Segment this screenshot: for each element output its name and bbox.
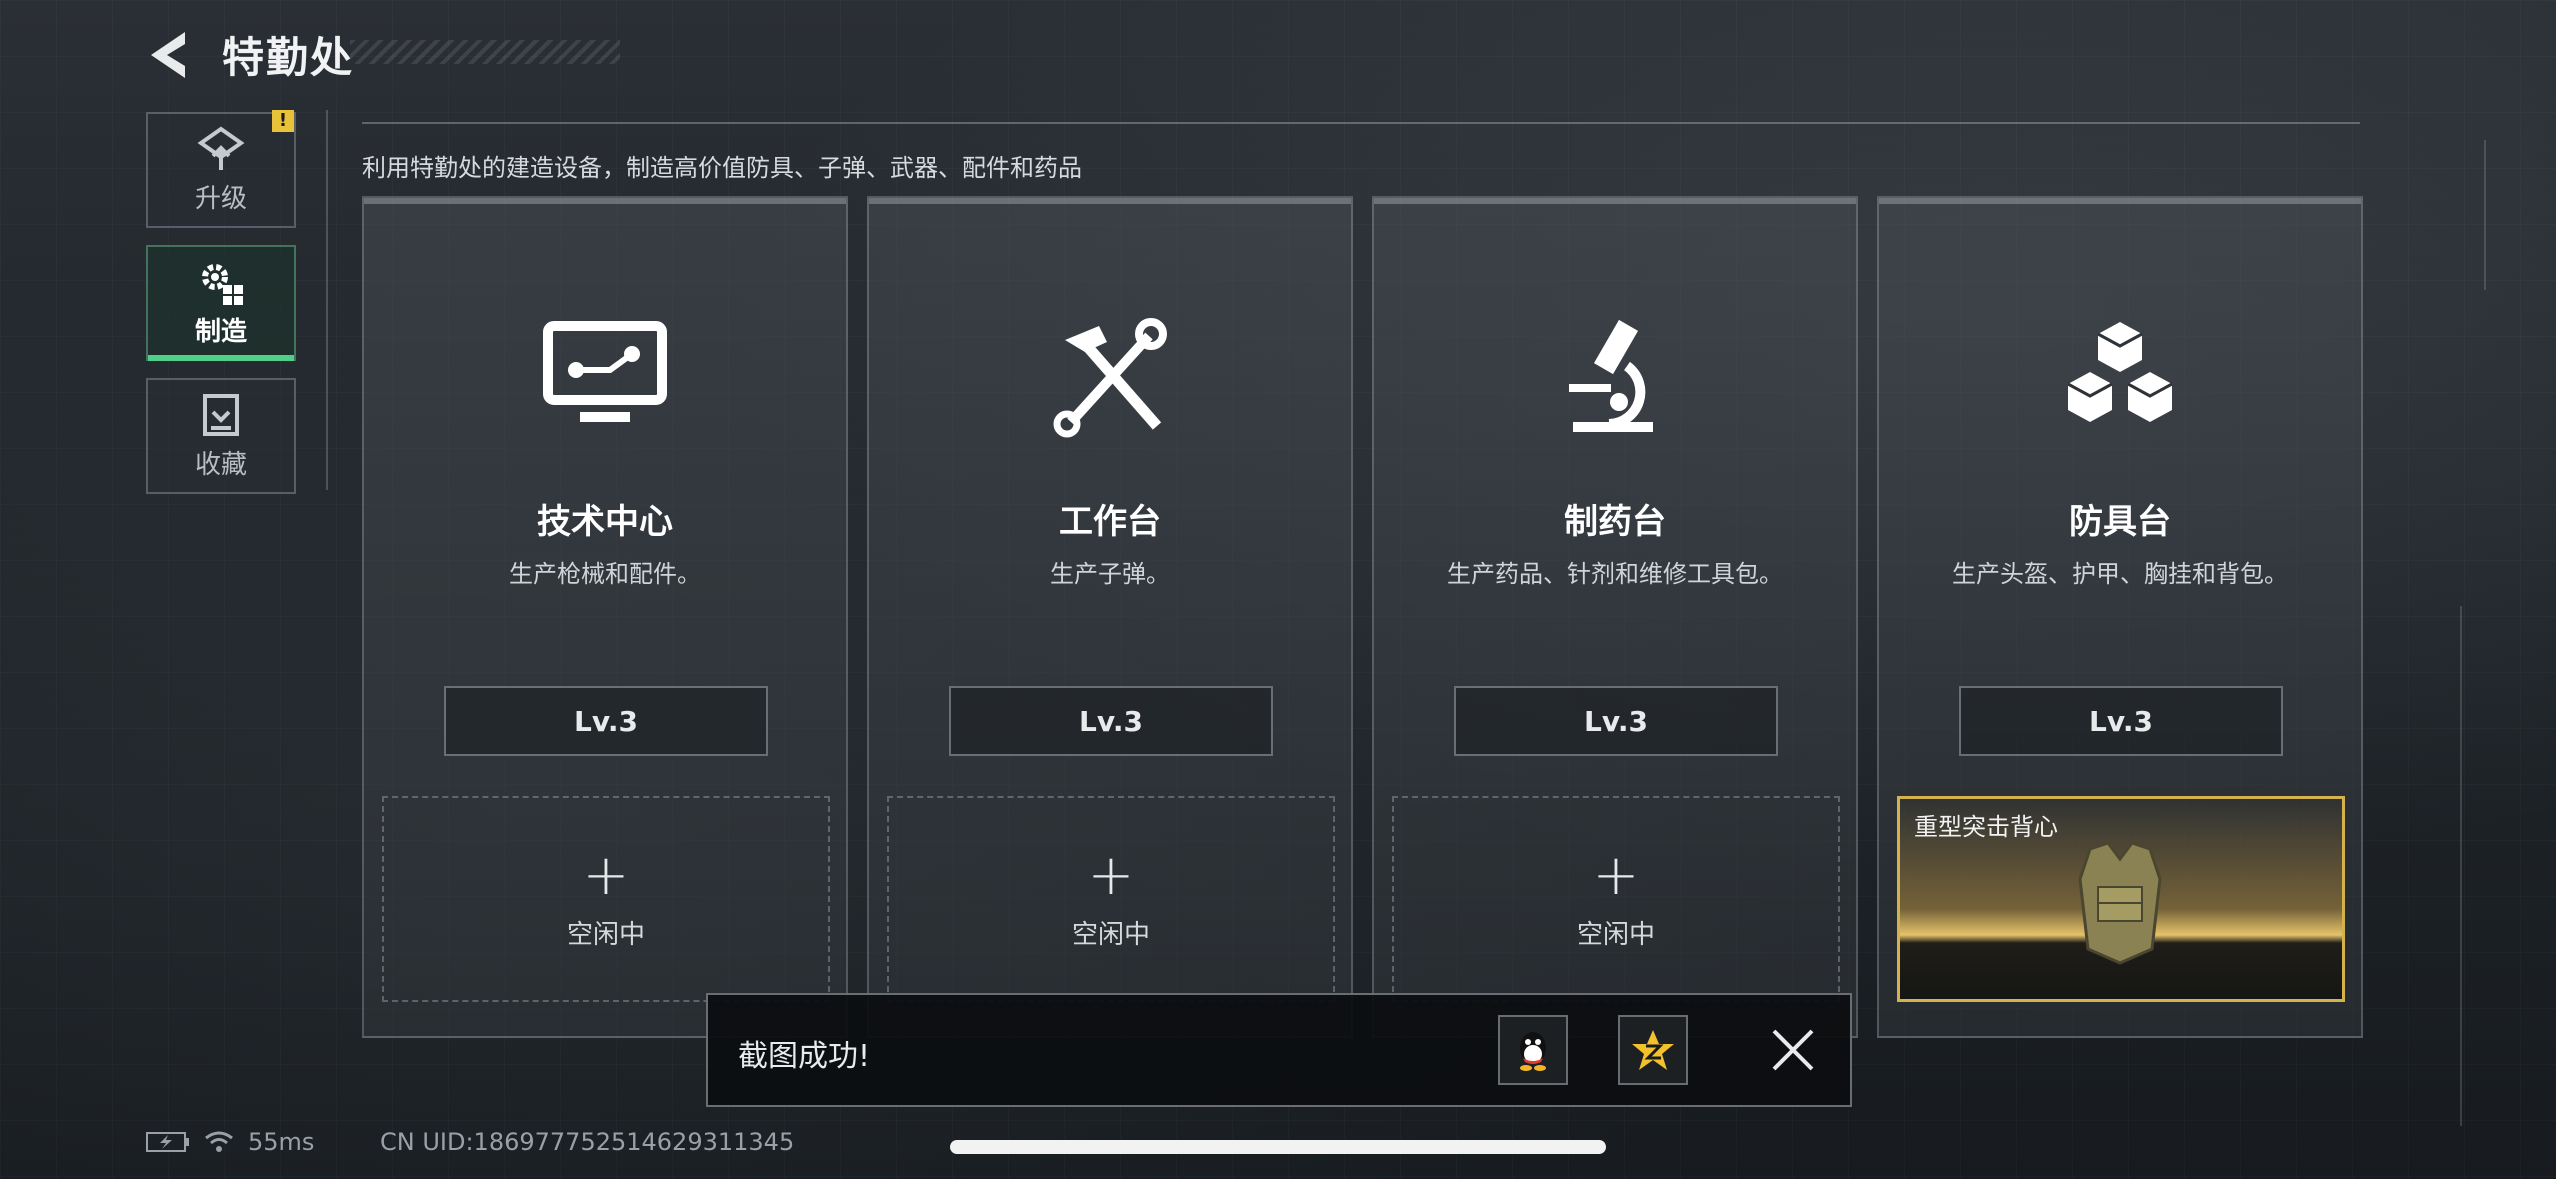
card-title: 工作台 [1059,502,1161,542]
status-bar: 55ms [146,1128,314,1156]
card-title: 技术中心 [537,502,673,542]
share-qq-button[interactable] [1498,1015,1568,1085]
card-subtitle: 生产枪械和配件。 [509,560,701,588]
qq-icon [1520,1032,1546,1071]
upgrade-icon [197,126,245,170]
level-button[interactable]: Lv.3 [949,686,1273,756]
card-workbench[interactable]: 工作台 生产子弹。 Lv.3 + 空闲中 [867,196,1353,1038]
plus-icon: + [1592,842,1640,908]
card-pharmacy[interactable]: 制药台 生产药品、针剂和维修工具包。 Lv.3 + 空闲中 [1372,196,1858,1038]
back-arrow-icon [151,32,185,78]
production-slot[interactable]: + 空闲中 [1392,796,1840,1002]
gear-icon [202,263,243,305]
production-slot[interactable]: 重型突击背心 [1897,796,2345,1002]
slot-status: 空闲中 [566,919,645,950]
armor-vest-icon [2078,841,2162,965]
qzone-icon [1632,1030,1674,1070]
production-slot[interactable]: + 空闲中 [887,796,1335,1002]
share-qzone-button[interactable] [1618,1015,1688,1085]
cubes-icon [2067,322,2173,422]
sidebar-item-label: 收藏 [194,449,247,480]
title-decoration [350,40,620,64]
microscope-icon [1569,319,1653,432]
level-button[interactable]: Lv.3 [444,686,768,756]
slot-status: 空闲中 [1576,919,1655,950]
ping-value: 55ms [248,1128,315,1156]
plus-icon: + [1087,842,1135,908]
home-indicator[interactable] [950,1140,1606,1154]
toast-message: 截图成功! [738,1039,871,1074]
toast-close-button[interactable] [1768,1025,1818,1075]
card-tech-center[interactable]: 技术中心 生产枪械和配件。 Lv.3 + 空闲中 [362,196,848,1038]
level-button[interactable]: Lv.3 [1454,686,1778,756]
sidebar-item-label: 制造 [194,316,247,347]
sidebar-item-label: 升级 [194,183,247,214]
divider [326,110,328,490]
sidebar-item-craft[interactable]: 制造 [146,245,296,361]
card-subtitle: 生产子弹。 [1050,560,1170,588]
decoration [2484,140,2486,290]
page-description: 利用特勤处的建造设备，制造高价值防具、子弹、武器、配件和药品 [362,154,1082,182]
slot-status: 空闲中 [1071,919,1150,950]
card-title: 制药台 [1564,502,1666,542]
card-subtitle: 生产头盔、护甲、胸挂和背包。 [1952,560,2288,588]
decoration [2460,606,2462,1126]
card-armor-bench[interactable]: 防具台 生产头盔、护甲、胸挂和背包。 Lv.3 重型突击背心 [1877,196,2363,1038]
level-button[interactable]: Lv.3 [1959,686,2283,756]
screenshot-toast: 截图成功! [706,993,1852,1107]
sidebar-item-collection[interactable]: 收藏 [146,378,296,494]
battery-icon [146,1132,189,1152]
wifi-icon [205,1131,233,1152]
plus-icon: + [582,842,630,908]
card-title: 防具台 [2069,502,2171,542]
item-name: 重型突击背心 [1914,813,2058,841]
divider [362,122,2360,124]
page-title: 特勤处 [222,33,355,82]
card-subtitle: 生产药品、针剂和维修工具包。 [1447,560,1783,588]
collection-icon [203,393,239,436]
back-button[interactable] [145,28,193,82]
hammer-wrench-icon [1053,318,1167,438]
production-slot[interactable]: + 空闲中 [382,796,830,1002]
alert-badge: ! [272,110,294,132]
close-icon [1772,1029,1814,1071]
user-uid: CN UID:1869777525146293113​45 [380,1128,795,1156]
monitor-icon [543,321,667,422]
